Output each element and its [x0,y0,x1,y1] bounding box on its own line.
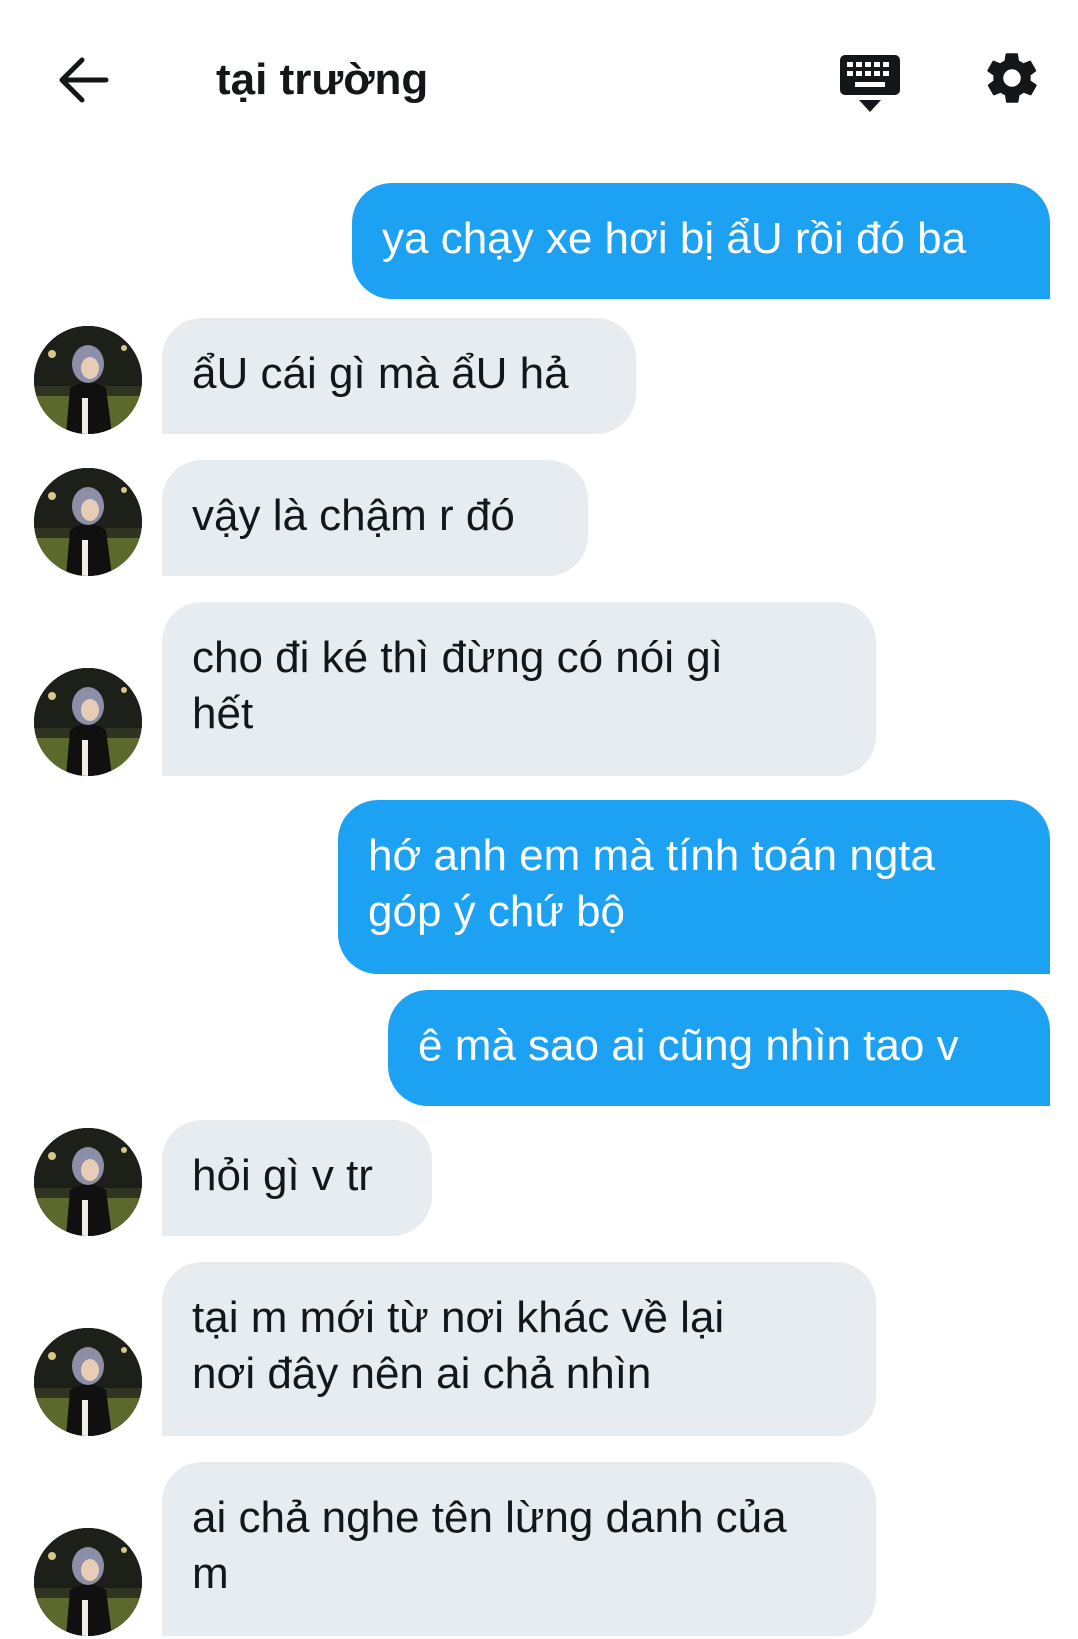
message-text: ê mà sao ai cũng nhìn tao v [418,1021,959,1070]
message-text: ẩU cái gì mà ẩU hả [192,349,569,398]
avatar-image [34,668,142,776]
keyboard-icon [840,55,900,112]
avatar[interactable] [34,326,142,434]
avatar-image [34,1128,142,1236]
message-bubble-received[interactable]: ẩU cái gì mà ẩU hả [162,318,636,434]
message-text: ya chạy xe hơi bị ẩU rồi đó ba [382,214,967,263]
message-bubble-received[interactable]: ai chả nghe tên lừng danh của m [162,1462,876,1636]
avatar-image [34,1528,142,1636]
message-line: hết [192,689,254,738]
chat-header: tại trường [0,0,1078,150]
conversation-title: tại trường [216,55,429,104]
message-bubble-received[interactable]: cho đi ké thì đừng có nói gì hết [162,602,876,776]
gear-icon [987,53,1037,103]
message-bubble-sent[interactable]: ê mà sao ai cũng nhìn tao v [388,990,1050,1106]
message-text: hỏi gì v tr [192,1151,373,1200]
avatar[interactable] [34,468,142,576]
message-line: cho đi ké thì đừng có nói gì [192,633,723,682]
avatar[interactable] [34,668,142,776]
message-bubble-sent[interactable]: hớ anh em mà tính toán ngta góp ý chứ bộ [338,800,1050,974]
message-bubble-sent[interactable]: ya chạy xe hơi bị ẩU rồi đó ba [352,183,1050,299]
message-line: ai chả nghe tên lừng danh của [192,1493,787,1542]
message-line: m [192,1549,229,1598]
message-line: hớ anh em mà tính toán ngta [368,831,935,880]
message-line: nơi đây nên ai chả nhìn [192,1349,652,1398]
message-line: tại m mới từ nơi khác về lại [192,1293,725,1342]
avatar[interactable] [34,1128,142,1236]
settings-button[interactable] [974,40,1050,116]
keyboard-button[interactable] [830,44,910,124]
message-bubble-received[interactable]: hỏi gì v tr [162,1120,432,1236]
message-bubble-received[interactable]: tại m mới từ nơi khác về lại nơi đây nên… [162,1262,876,1436]
arrow-left-icon [59,57,109,103]
avatar-image [34,326,142,434]
message-line: góp ý chứ bộ [368,887,625,936]
back-button[interactable] [48,44,120,116]
message-text: vậy là chậm r đó [192,491,515,540]
avatar-image [34,468,142,576]
avatar[interactable] [34,1328,142,1436]
avatar-image [34,1328,142,1436]
avatar[interactable] [34,1528,142,1636]
message-bubble-received[interactable]: vậy là chậm r đó [162,460,588,576]
